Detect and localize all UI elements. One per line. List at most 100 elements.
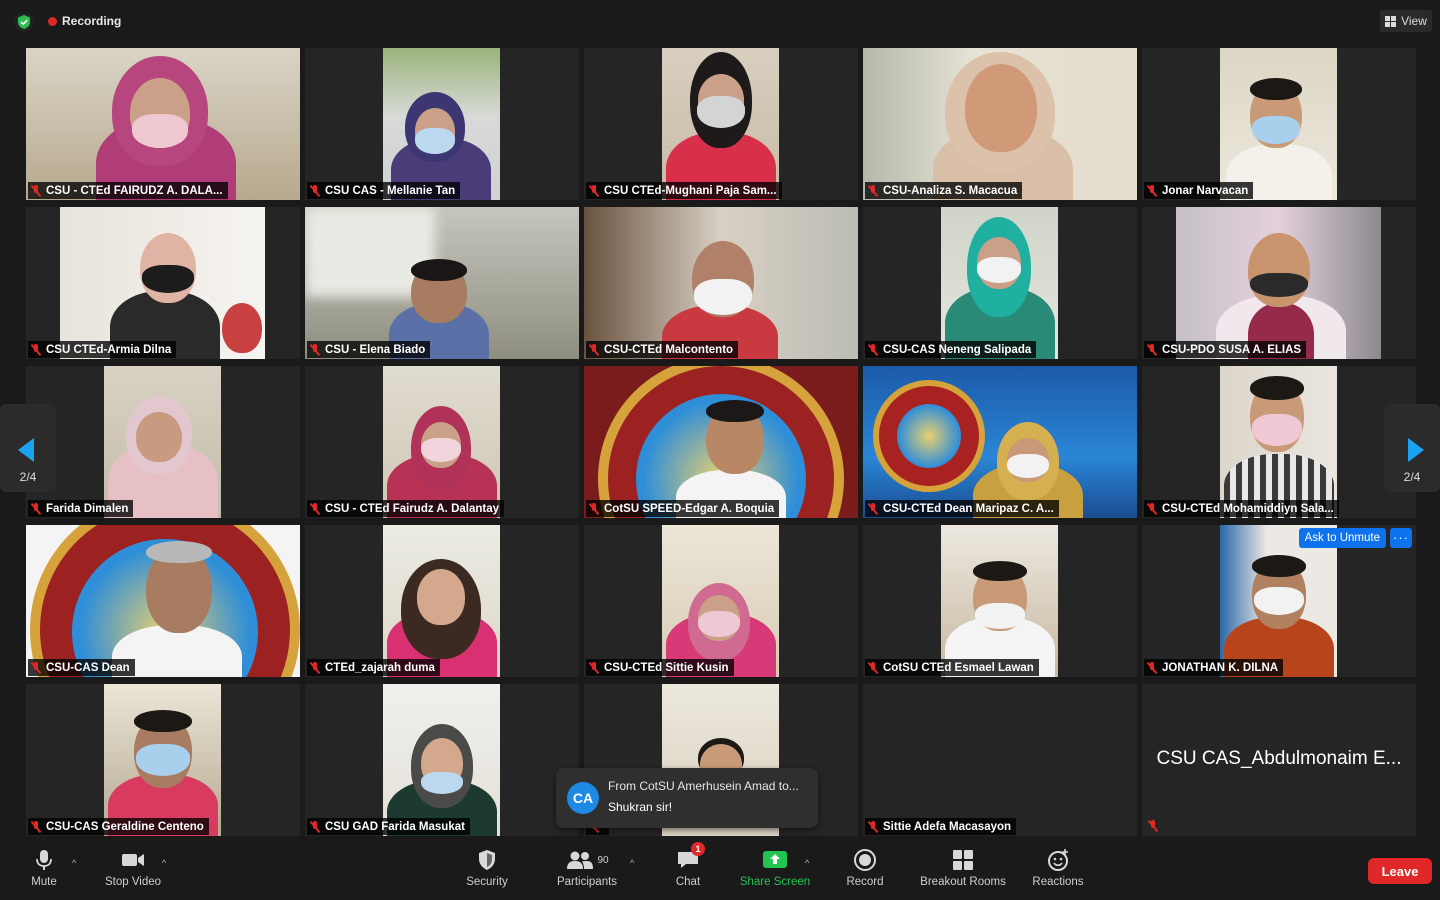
participant-name: CSU - Elena Biado bbox=[325, 343, 426, 356]
video-tile[interactable]: CSU - CTEd Fairudz A. Dalantay bbox=[305, 366, 579, 518]
record-label: Record bbox=[846, 876, 884, 888]
security-button[interactable]: Security bbox=[462, 848, 512, 896]
mic-muted-icon bbox=[589, 184, 599, 197]
video-tile[interactable]: CSU CAS - Mellanie Tan bbox=[305, 48, 579, 200]
stop-video-label: Stop Video bbox=[104, 876, 162, 888]
participant-video bbox=[383, 366, 500, 518]
participant-name: CSU-CTEd Malcontento bbox=[604, 343, 734, 356]
chat-button[interactable]: 1 Chat bbox=[668, 842, 708, 896]
mic-muted-icon bbox=[1147, 343, 1157, 356]
participant-video bbox=[104, 684, 221, 836]
video-tile[interactable]: CSU-CTEd Dean Maripaz C. A... bbox=[863, 366, 1137, 518]
mic-muted-icon bbox=[31, 661, 41, 674]
recording-indicator[interactable]: Recording bbox=[48, 12, 121, 30]
participant-name-tag: CSU-CTEd Malcontento bbox=[586, 341, 739, 358]
participant-name-tag: Farida Dimalen bbox=[28, 500, 134, 517]
participants-options-caret-icon[interactable]: ^ bbox=[630, 858, 634, 868]
video-tile[interactable]: CSU-CAS Neneng Salipada bbox=[863, 207, 1137, 359]
stop-video-button[interactable]: Stop Video bbox=[98, 848, 168, 896]
mic-muted-icon bbox=[868, 661, 878, 674]
video-tile[interactable]: CTEd_zajarah duma bbox=[305, 525, 579, 677]
audio-options-caret-icon[interactable]: ^ bbox=[72, 858, 76, 868]
next-page-button[interactable]: 2/4 bbox=[1384, 404, 1440, 492]
video-tile[interactable]: CSU-Analiza S. Macacua bbox=[863, 48, 1137, 200]
video-tile[interactable]: CSU-CAS Geraldine Centeno bbox=[26, 684, 300, 836]
view-button[interactable]: View bbox=[1380, 10, 1432, 32]
participant-name-tag: CSU - CTEd Fairudz A. Dalantay bbox=[307, 500, 505, 517]
mic-muted-icon bbox=[31, 820, 41, 833]
mic-muted-icon bbox=[589, 502, 599, 515]
participant-name: CSU-CAS Neneng Salipada bbox=[883, 343, 1032, 356]
mute-button[interactable]: Mute bbox=[24, 848, 64, 896]
participant-name: CSU CAS - Mellanie Tan bbox=[325, 184, 456, 197]
video-tile[interactable]: CSU CAS_Abdulmonaim E... bbox=[1142, 684, 1416, 836]
breakout-rooms-label: Breakout Rooms bbox=[920, 876, 1006, 888]
chat-notification[interactable]: CA From CotSU Amerhusein Amad to... Shuk… bbox=[556, 768, 818, 828]
participants-count: 90 bbox=[597, 854, 609, 866]
video-tile[interactable]: CSU - CTEd FAIRUDZ A. DALA... bbox=[26, 48, 300, 200]
video-tile[interactable]: CSU - Elena Biado bbox=[305, 207, 579, 359]
video-tile[interactable]: Sittie Adefa Macasayon bbox=[863, 684, 1137, 836]
breakout-rooms-button[interactable]: Breakout Rooms bbox=[914, 848, 1012, 896]
record-button[interactable]: Record bbox=[842, 848, 888, 896]
video-tile[interactable]: CotSU CTEd Esmael Lawan bbox=[863, 525, 1137, 677]
participant-video bbox=[1220, 366, 1337, 518]
participant-video bbox=[584, 366, 858, 518]
chat-label: Chat bbox=[675, 876, 701, 888]
video-tile[interactable]: CSU-CTEd Mohamiddiyn Sala... bbox=[1142, 366, 1416, 518]
participant-name-tag: CSU-CAS Dean bbox=[28, 659, 135, 676]
video-tile[interactable]: Jonar Narvacan bbox=[1142, 48, 1416, 200]
reactions-smiley-icon bbox=[1048, 849, 1068, 871]
recording-dot-icon bbox=[48, 16, 57, 26]
mute-label: Mute bbox=[31, 876, 57, 888]
participant-name-tag: CSU-CTEd Mohamiddiyn Sala... bbox=[1144, 500, 1339, 517]
share-screen-label: Share Screen bbox=[739, 876, 811, 888]
video-tile[interactable]: CSU-CTEd Sittie Kusin bbox=[584, 525, 858, 677]
video-tile[interactable]: CotSU SPEED-Edgar A. Boquia bbox=[584, 366, 858, 518]
video-tile[interactable]: Ask to Unmute ··· JONATHAN K. DILNA bbox=[1142, 525, 1416, 677]
video-tile[interactable]: CSU GAD Farida Masukat bbox=[305, 684, 579, 836]
participant-video bbox=[1176, 207, 1381, 359]
reactions-button[interactable]: Reactions bbox=[1028, 848, 1088, 896]
share-screen-button[interactable]: Share Screen bbox=[736, 848, 814, 896]
chat-icon-wrapper: 1 bbox=[675, 842, 705, 872]
participant-video bbox=[104, 366, 221, 518]
video-tile[interactable]: CSU CTEd-Mughani Paja Sam... bbox=[584, 48, 858, 200]
participant-video bbox=[662, 48, 779, 200]
video-tile[interactable]: Farida Dimalen bbox=[26, 366, 300, 518]
participant-name: CSU - CTEd Fairudz A. Dalantay bbox=[325, 502, 500, 515]
participant-name: CotSU CTEd Esmael Lawan bbox=[883, 661, 1034, 674]
previous-page-button[interactable]: 2/4 bbox=[0, 404, 56, 492]
participants-icon-group: 90 bbox=[565, 848, 609, 872]
page-indicator: 2/4 bbox=[1403, 470, 1421, 484]
mic-muted-icon bbox=[31, 343, 41, 356]
share-options-caret-icon[interactable]: ^ bbox=[805, 858, 809, 868]
video-camera-icon bbox=[122, 854, 144, 866]
participant-video bbox=[383, 48, 500, 200]
mic-muted-icon bbox=[589, 343, 599, 356]
mic-muted-icon bbox=[310, 820, 320, 833]
encryption-shield-icon[interactable] bbox=[14, 12, 34, 32]
participant-name-tag: Jonar Narvacan bbox=[1144, 182, 1254, 199]
meeting-top-bar: Recording View bbox=[0, 0, 1440, 42]
participant-name-tag: Sittie Adefa Macasayon bbox=[865, 818, 1017, 835]
participant-video bbox=[383, 525, 500, 677]
mic-muted-icon bbox=[310, 661, 320, 674]
participant-video bbox=[26, 48, 300, 200]
ask-to-unmute-button[interactable]: Ask to Unmute bbox=[1298, 528, 1386, 548]
video-tile[interactable]: CSU-PDO SUSA A. ELIAS bbox=[1142, 207, 1416, 359]
participant-name: Jonar Narvacan bbox=[1162, 184, 1249, 197]
video-tile[interactable]: CSU-CTEd Malcontento bbox=[584, 207, 858, 359]
video-tile[interactable]: CSU CTEd-Armia Dilna bbox=[26, 207, 300, 359]
more-options-button[interactable]: ··· bbox=[1390, 528, 1412, 548]
participants-button[interactable]: 90 Participants bbox=[552, 848, 622, 896]
participant-name: Farida Dimalen bbox=[46, 502, 129, 515]
participants-icon bbox=[567, 851, 594, 869]
leave-meeting-button[interactable]: Leave bbox=[1368, 858, 1432, 884]
arrow-left-icon bbox=[18, 438, 34, 462]
participant-name-tag: CTEd_zajarah duma bbox=[307, 659, 440, 676]
participant-name-tag: CSU-CAS Geraldine Centeno bbox=[28, 818, 209, 835]
participant-name: CSU-CTEd Mohamiddiyn Sala... bbox=[1162, 502, 1334, 515]
video-tile[interactable]: CSU-CAS Dean bbox=[26, 525, 300, 677]
video-options-caret-icon[interactable]: ^ bbox=[162, 858, 166, 868]
